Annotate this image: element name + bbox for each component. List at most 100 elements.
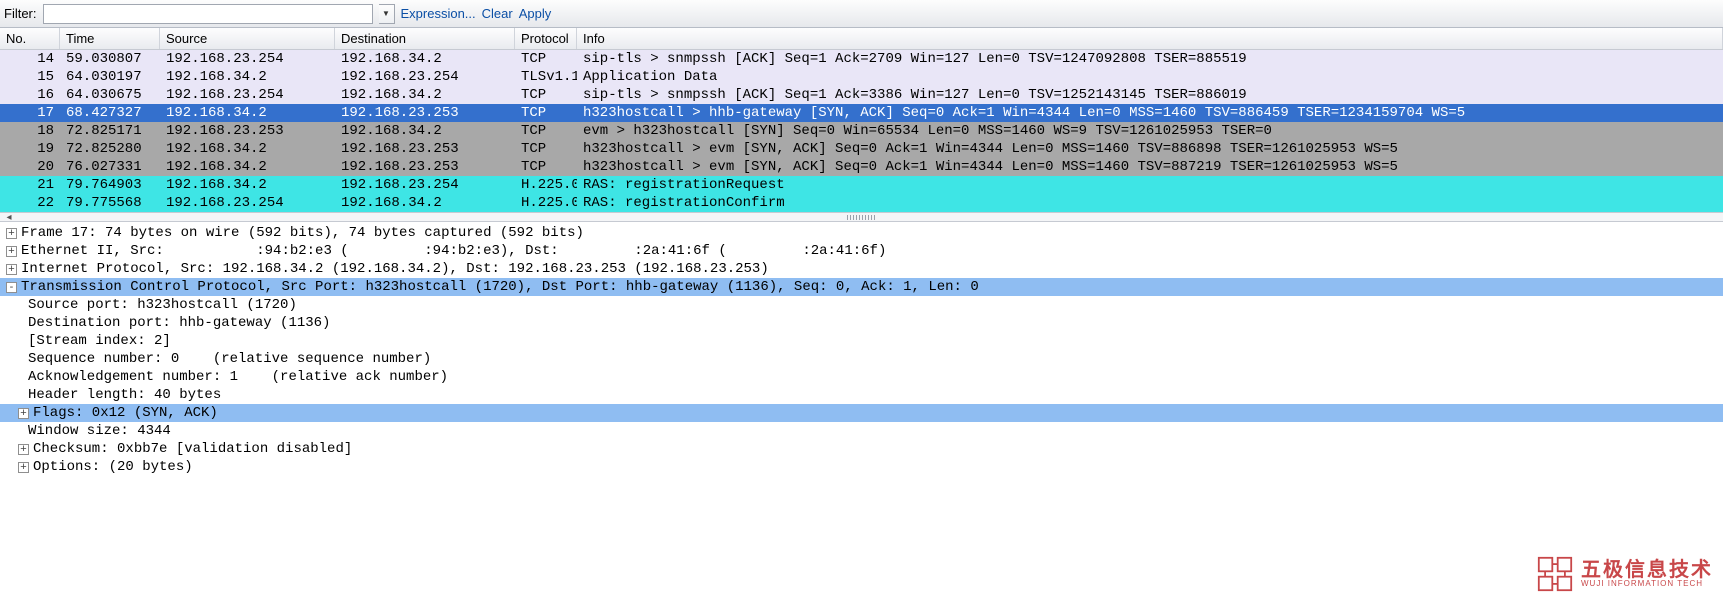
- detail-text: Flags: 0x12 (SYN, ACK): [33, 404, 1723, 422]
- packet-row[interactable]: 2179.764903192.168.34.2192.168.23.254H.2…: [0, 176, 1723, 194]
- cell-proto: TCP: [515, 123, 577, 139]
- column-header-protocol[interactable]: Protocol: [515, 28, 577, 49]
- cell-info: h323hostcall > evm [SYN, ACK] Seq=0 Ack=…: [577, 141, 1723, 157]
- packet-row[interactable]: 1972.825280192.168.34.2192.168.23.253TCP…: [0, 140, 1723, 158]
- expand-icon[interactable]: +: [18, 462, 29, 473]
- cell-info: h323hostcall > hhb-gateway [SYN, ACK] Se…: [577, 105, 1723, 121]
- packet-details-pane[interactable]: +Frame 17: 74 bytes on wire (592 bits), …: [0, 222, 1723, 476]
- cell-src: 192.168.34.2: [160, 177, 335, 193]
- cell-no: 14: [0, 51, 60, 67]
- packet-row[interactable]: 1664.030675192.168.23.254192.168.34.2TCP…: [0, 86, 1723, 104]
- cell-proto: TCP: [515, 141, 577, 157]
- detail-text: Checksum: 0xbb7e [validation disabled]: [33, 440, 352, 458]
- detail-text: Transmission Control Protocol, Src Port:…: [21, 278, 1723, 296]
- clear-button[interactable]: Clear: [482, 6, 513, 21]
- detail-text: Acknowledgement number: 1 (relative ack …: [28, 368, 448, 386]
- packet-list[interactable]: 1459.030807192.168.23.254192.168.34.2TCP…: [0, 50, 1723, 212]
- cell-no: 18: [0, 123, 60, 139]
- splitter-grip-icon[interactable]: [847, 215, 877, 220]
- expand-icon[interactable]: +: [18, 444, 29, 455]
- column-header-source[interactable]: Source: [160, 28, 335, 49]
- expand-icon[interactable]: +: [6, 246, 17, 257]
- cell-info: Application Data: [577, 69, 1723, 85]
- expand-icon[interactable]: +: [6, 228, 17, 239]
- detail-row[interactable]: Header length: 40 bytes: [0, 386, 1723, 404]
- cell-dst: 192.168.34.2: [335, 51, 515, 67]
- cell-src: 192.168.34.2: [160, 105, 335, 121]
- expand-icon[interactable]: +: [18, 408, 29, 419]
- packet-row[interactable]: 1768.427327192.168.34.2192.168.23.253TCP…: [0, 104, 1723, 122]
- detail-text: Internet Protocol, Src: 192.168.34.2 (19…: [21, 260, 769, 278]
- watermark-icon: [1537, 556, 1573, 592]
- expression-button[interactable]: Expression...: [401, 6, 476, 21]
- pane-splitter[interactable]: ◂: [0, 212, 1723, 222]
- cell-no: 15: [0, 69, 60, 85]
- cell-src: 192.168.34.2: [160, 69, 335, 85]
- cell-dst: 192.168.23.254: [335, 69, 515, 85]
- column-header-no[interactable]: No.: [0, 28, 60, 49]
- filter-toolbar: Filter: ▼ Expression... Clear Apply: [0, 0, 1723, 28]
- watermark-en: WUJI INFORMATION TECH: [1581, 580, 1713, 588]
- cell-time: 64.030197: [60, 69, 160, 85]
- detail-row[interactable]: -Transmission Control Protocol, Src Port…: [0, 278, 1723, 296]
- collapse-icon[interactable]: -: [6, 282, 17, 293]
- detail-text: Sequence number: 0 (relative sequence nu…: [28, 350, 431, 368]
- cell-src: 192.168.23.254: [160, 87, 335, 103]
- detail-text: [Stream index: 2]: [28, 332, 171, 350]
- watermark-cn: 五极信息技术: [1581, 560, 1713, 580]
- packet-row[interactable]: 1872.825171192.168.23.253192.168.34.2TCP…: [0, 122, 1723, 140]
- cell-time: 72.825280: [60, 141, 160, 157]
- watermark-text: 五极信息技术 WUJI INFORMATION TECH: [1581, 560, 1713, 588]
- cell-no: 17: [0, 105, 60, 121]
- cell-time: 79.775568: [60, 195, 160, 211]
- cell-src: 192.168.23.254: [160, 195, 335, 211]
- packet-row[interactable]: 2279.775568192.168.23.254192.168.34.2H.2…: [0, 194, 1723, 212]
- packet-row[interactable]: 2076.027331192.168.34.2192.168.23.253TCP…: [0, 158, 1723, 176]
- detail-text: Options: (20 bytes): [33, 458, 193, 476]
- detail-row[interactable]: Acknowledgement number: 1 (relative ack …: [0, 368, 1723, 386]
- cell-dst: 192.168.34.2: [335, 123, 515, 139]
- detail-row[interactable]: Window size: 4344: [0, 422, 1723, 440]
- detail-row[interactable]: + Checksum: 0xbb7e [validation disabled]: [0, 440, 1723, 458]
- cell-proto: TCP: [515, 159, 577, 175]
- filter-dropdown-icon[interactable]: ▼: [379, 4, 395, 24]
- cell-no: 21: [0, 177, 60, 193]
- expand-icon[interactable]: +: [6, 264, 17, 275]
- detail-row[interactable]: + Internet Protocol, Src: 192.168.34.2 (1…: [0, 260, 1723, 278]
- cell-proto: H.225.0: [515, 177, 577, 193]
- packet-row[interactable]: 1564.030197192.168.34.2192.168.23.254TLS…: [0, 68, 1723, 86]
- cell-no: 19: [0, 141, 60, 157]
- detail-row[interactable]: Destination port: hhb-gateway (1136): [0, 314, 1723, 332]
- detail-text: Destination port: hhb-gateway (1136): [28, 314, 330, 332]
- column-header-info[interactable]: Info: [577, 28, 1723, 49]
- column-header-destination[interactable]: Destination: [335, 28, 515, 49]
- cell-time: 79.764903: [60, 177, 160, 193]
- cell-src: 192.168.23.253: [160, 123, 335, 139]
- cell-dst: 192.168.34.2: [335, 195, 515, 211]
- cell-info: RAS: registrationConfirm: [577, 195, 1723, 211]
- packet-list-header: No. Time Source Destination Protocol Inf…: [0, 28, 1723, 50]
- cell-time: 68.427327: [60, 105, 160, 121]
- cell-dst: 192.168.23.253: [335, 105, 515, 121]
- detail-row[interactable]: + Options: (20 bytes): [0, 458, 1723, 476]
- detail-row[interactable]: + Flags: 0x12 (SYN, ACK): [0, 404, 1723, 422]
- cell-proto: TCP: [515, 87, 577, 103]
- packet-row[interactable]: 1459.030807192.168.23.254192.168.34.2TCP…: [0, 50, 1723, 68]
- cell-proto: TCP: [515, 105, 577, 121]
- cell-no: 22: [0, 195, 60, 211]
- cell-src: 192.168.34.2: [160, 141, 335, 157]
- apply-button[interactable]: Apply: [519, 6, 552, 21]
- detail-row[interactable]: +Frame 17: 74 bytes on wire (592 bits), …: [0, 224, 1723, 242]
- column-header-time[interactable]: Time: [60, 28, 160, 49]
- cell-proto: TLSv1.1: [515, 69, 577, 85]
- detail-row[interactable]: Source port: h323hostcall (1720): [0, 296, 1723, 314]
- detail-row[interactable]: [Stream index: 2]: [0, 332, 1723, 350]
- watermark-logo: 五极信息技术 WUJI INFORMATION TECH: [1537, 556, 1713, 592]
- cell-dst: 192.168.23.253: [335, 141, 515, 157]
- scroll-left-icon[interactable]: ◂: [2, 213, 16, 222]
- cell-proto: H.225.0: [515, 195, 577, 211]
- cell-dst: 192.168.23.253: [335, 159, 515, 175]
- detail-row[interactable]: +Ethernet II, Src: :94:b2:e3 ( :94:b2:e3…: [0, 242, 1723, 260]
- filter-input[interactable]: [43, 4, 373, 24]
- detail-row[interactable]: Sequence number: 0 (relative sequence nu…: [0, 350, 1723, 368]
